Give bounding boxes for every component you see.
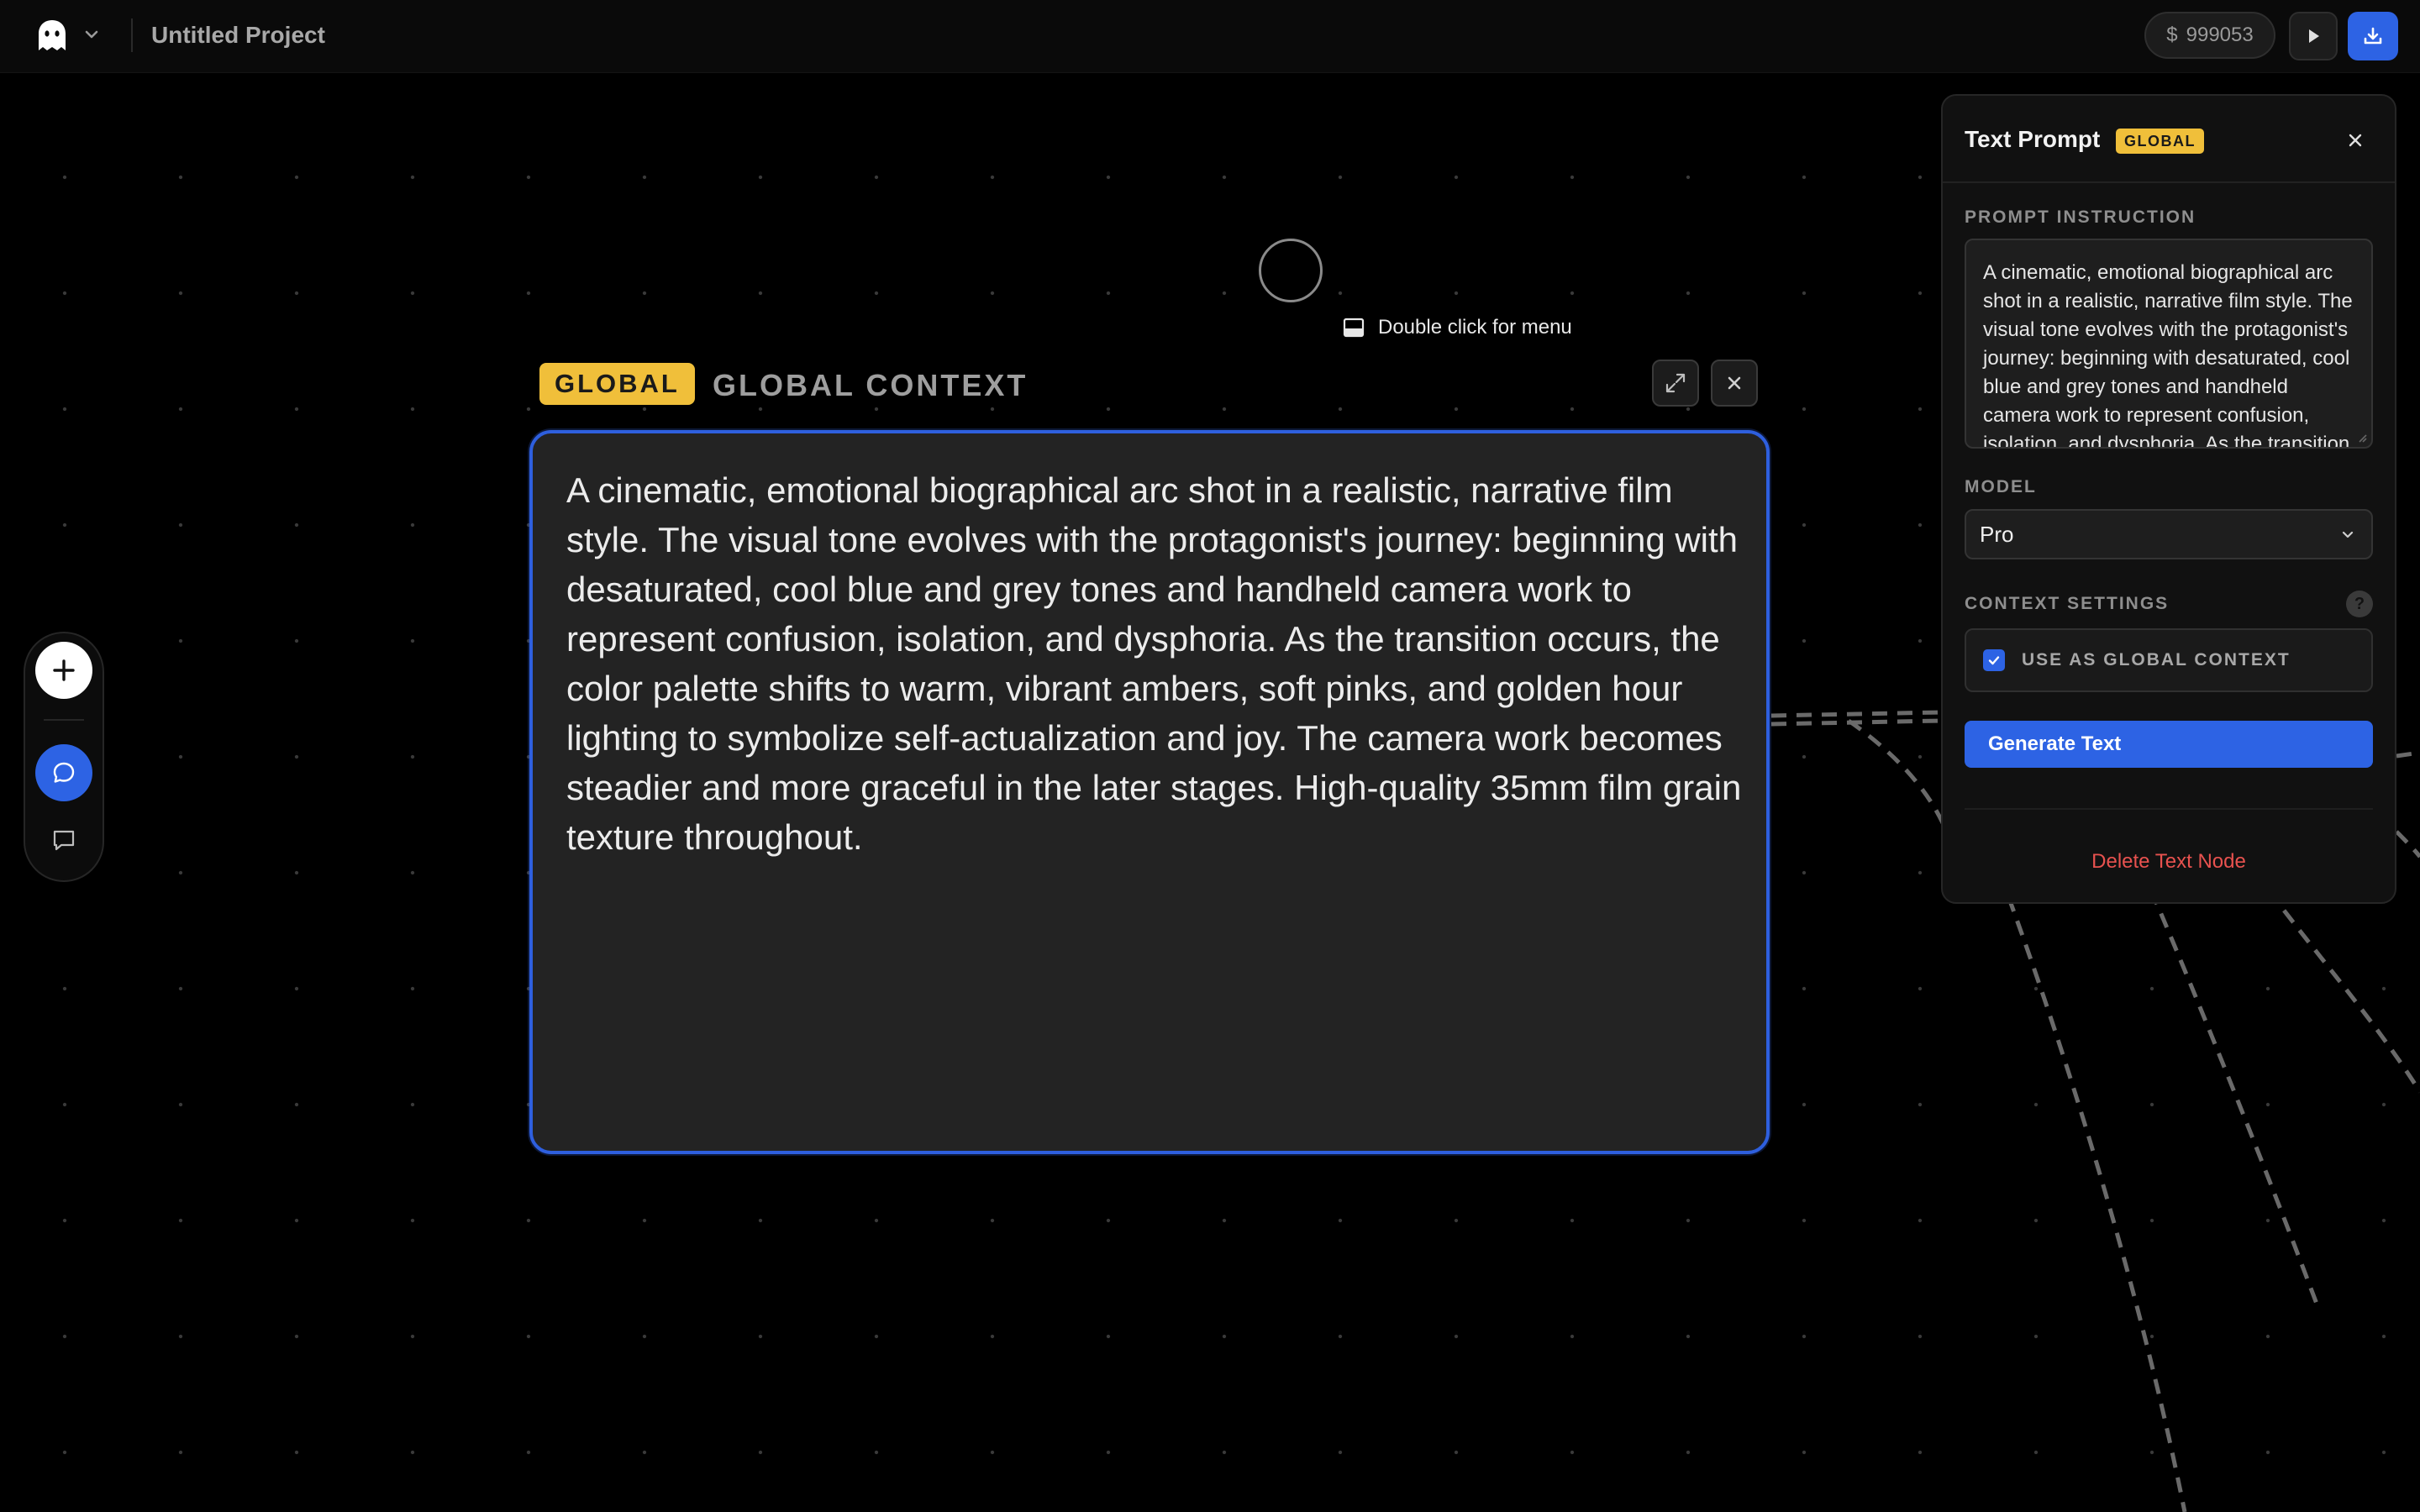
close-icon [2349, 134, 2362, 147]
delete-text-node-button[interactable]: Delete Text Node [1965, 850, 2373, 874]
toolbar-divider [44, 719, 84, 721]
play-icon [2309, 29, 2319, 43]
prompt-instruction-textarea[interactable]: A cinematic, emotional biographical arc … [1965, 239, 2373, 449]
global-context-checkbox[interactable] [1983, 649, 2005, 671]
expand-icon [1665, 373, 1686, 393]
panel-global-badge: GLOBAL [2116, 129, 2204, 154]
expand-button[interactable] [1652, 360, 1699, 407]
model-value: Pro [1980, 521, 2014, 547]
generate-text-button[interactable]: Generate Text [1965, 721, 2373, 768]
global-badge: GLOBAL [539, 363, 695, 405]
play-button[interactable] [2289, 12, 2338, 60]
header-divider [131, 18, 133, 52]
close-icon [1728, 376, 1741, 390]
panel-title: Text Prompt [1965, 126, 2101, 152]
chevron-down-icon [2342, 531, 2354, 538]
credits-value: 999053 [2186, 24, 2254, 46]
comment-button[interactable] [47, 823, 81, 857]
dollar-icon: $ [2166, 24, 2178, 46]
model-label: MODEL [1965, 477, 2037, 496]
menu-hint: Double click for menu [1343, 316, 1572, 339]
chat-button[interactable] [35, 744, 92, 801]
panel-divider-bottom [1965, 808, 2373, 810]
add-node-button[interactable] [35, 642, 92, 699]
context-settings-label: CONTEXT SETTINGS [1965, 594, 2170, 613]
global-context-checkbox-label: USE AS GLOBAL CONTEXT [2022, 650, 2291, 669]
global-context-option[interactable]: USE AS GLOBAL CONTEXT [1965, 628, 2373, 692]
chat-bubble-icon [53, 762, 75, 783]
project-title[interactable]: Untitled Project [151, 22, 325, 49]
image-icon [1343, 318, 1365, 338]
panel-divider [1943, 181, 2395, 183]
cursor-indicator [1259, 239, 1323, 302]
comment-icon [53, 830, 75, 851]
resize-handle-icon[interactable] [2356, 432, 2368, 444]
prompt-instruction-text: A cinematic, emotional biographical arc … [1983, 261, 2353, 449]
node-close-button[interactable] [1711, 360, 1758, 407]
credits-badge[interactable]: $ 999053 [2144, 12, 2275, 59]
model-select[interactable]: Pro [1965, 509, 2373, 559]
checkmark-icon [1988, 656, 2000, 665]
top-bar [0, 0, 2420, 73]
download-icon [2364, 27, 2382, 45]
download-button[interactable] [2348, 12, 2398, 60]
chevron-down-icon[interactable] [81, 24, 103, 45]
panel-close-button[interactable] [2341, 126, 2370, 155]
ghost-icon[interactable] [34, 17, 71, 54]
prompt-instruction-label: PROMPT INSTRUCTION [1965, 207, 2196, 227]
menu-hint-text: Double click for menu [1378, 316, 1572, 339]
node-title[interactable]: GLOBAL CONTEXT [713, 368, 1028, 403]
node-prompt-text[interactable]: A cinematic, emotional biographical arc … [566, 465, 1743, 862]
plus-icon [53, 659, 75, 681]
help-icon[interactable]: ? [2346, 591, 2373, 617]
